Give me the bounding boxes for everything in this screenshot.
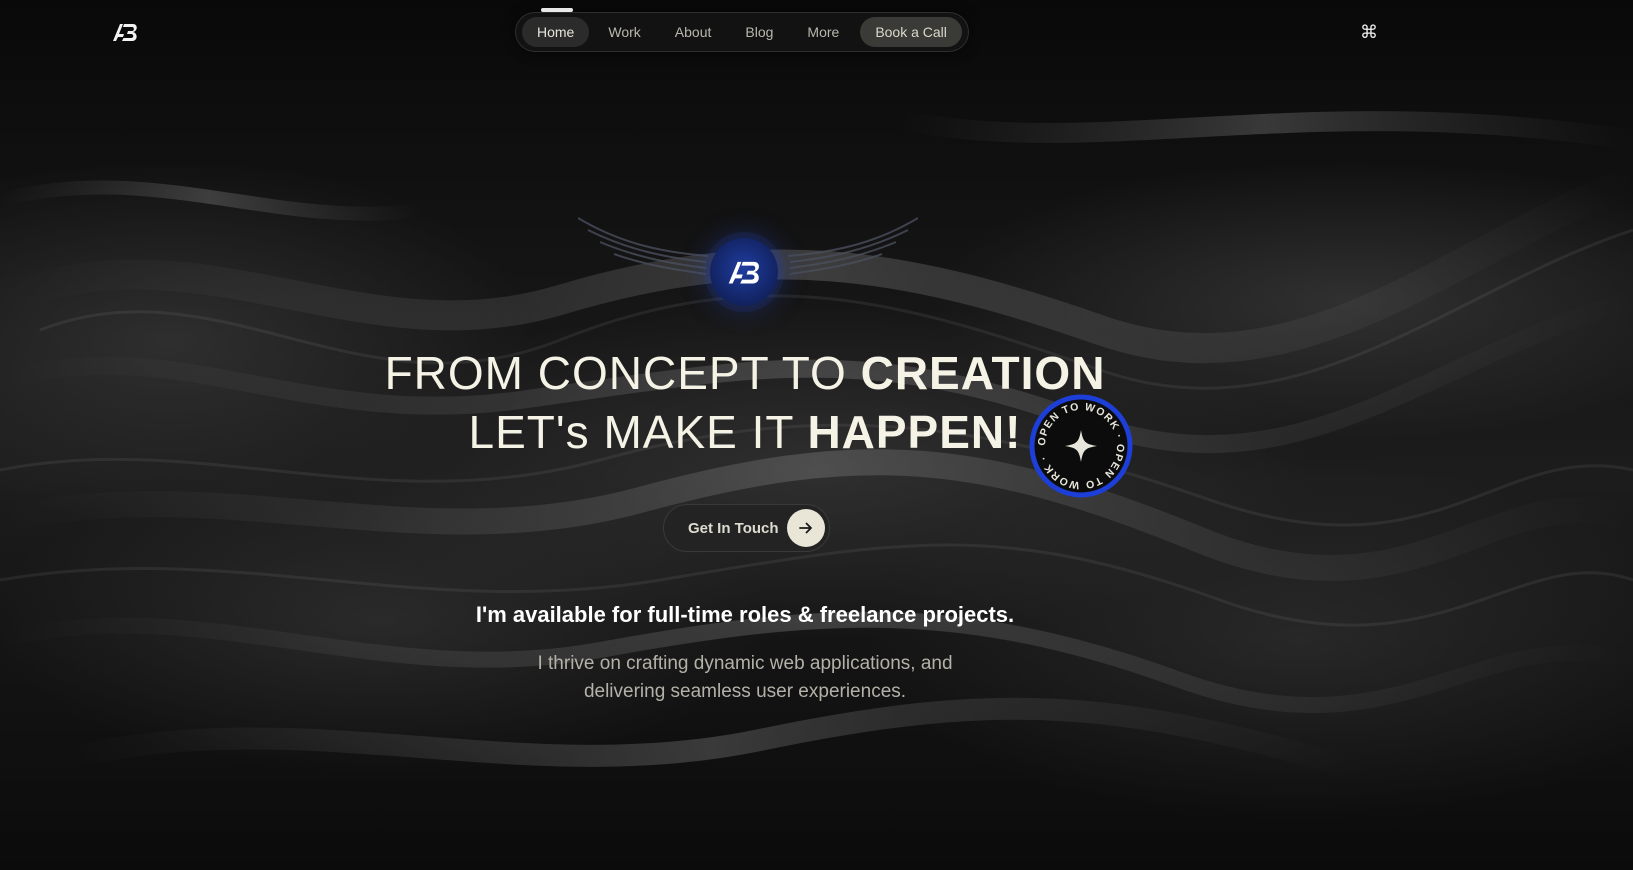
arrow-right-icon <box>787 509 825 547</box>
nav-item-blog[interactable]: Blog <box>730 17 788 47</box>
headline-line-1-light: FROM CONCEPT TO <box>384 347 861 399</box>
headline-line-2-bold: HAPPEN! <box>807 406 1022 458</box>
hero-section: Home Work About Blog More Book a Call ⌘ … <box>0 0 1633 870</box>
description-line-1: I thrive on crafting dynamic web applica… <box>537 653 953 674</box>
active-nav-indicator <box>541 8 573 12</box>
headline-line-2: LET's MAKE IT HAPPEN! <box>0 405 1490 459</box>
nav-item-home[interactable]: Home <box>522 17 590 47</box>
nav-item-work[interactable]: Work <box>593 17 655 47</box>
availability-description: I thrive on crafting dynamic web applica… <box>495 650 995 706</box>
command-icon[interactable]: ⌘ <box>1360 21 1378 43</box>
get-in-touch-label: Get In Touch <box>688 519 779 537</box>
headline-line-2-light: LET's MAKE IT <box>468 406 808 458</box>
headline-line-1: FROM CONCEPT TO CREATION <box>0 346 1490 400</box>
nav-item-about[interactable]: About <box>660 17 727 47</box>
nav-item-more[interactable]: More <box>792 17 854 47</box>
get-in-touch-button[interactable]: Get In Touch <box>663 504 830 552</box>
availability-headline: I'm available for full-time roles & free… <box>475 602 1015 627</box>
open-to-work-stamp: OPEN TO WORK · OPEN TO WORK · <box>1029 394 1133 498</box>
brand-badge <box>710 238 778 306</box>
book-a-call-button[interactable]: Book a Call <box>860 17 962 47</box>
main-nav: Home Work About Blog More Book a Call <box>515 8 969 52</box>
description-line-2: delivering seamless user experiences. <box>583 681 907 702</box>
logo-icon[interactable] <box>111 21 139 43</box>
badge-logo-icon <box>728 261 759 284</box>
